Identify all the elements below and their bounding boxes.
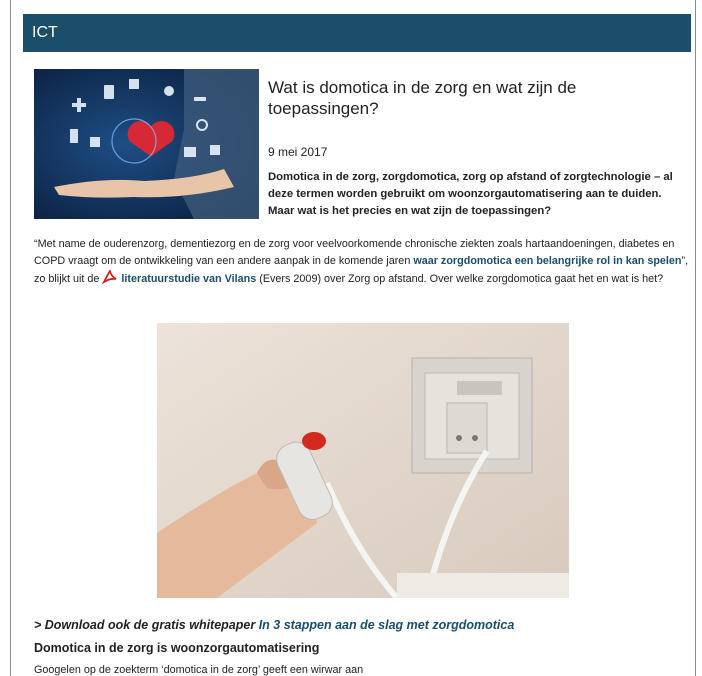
- vilans-study-link[interactable]: literatuurstudie van Vilans: [121, 273, 256, 285]
- pdf-icon: [102, 268, 118, 290]
- article-lead: Domotica in de zorg, zorgdomotica, zorg …: [268, 171, 673, 217]
- article-next-line: Googelen op de zoekterm ‘domotica in de …: [34, 664, 364, 676]
- zorgdomotica-link[interactable]: waar zorgdomotica een belangrijke rol in…: [413, 255, 681, 267]
- alarm-button-image: [157, 323, 569, 598]
- article-title[interactable]: Wat is domotica in de zorg en wat zijn d…: [268, 77, 678, 119]
- article-date: 9 mei 2017: [268, 145, 328, 159]
- download-prefix: > Download ook de gratis whitepaper: [34, 618, 259, 632]
- medical-hand-icons-image: [34, 69, 259, 219]
- whitepaper-download: > Download ook de gratis whitepaper In 3…: [34, 618, 514, 632]
- article-subheading: Domotica in de zorg is woonzorgautomatis…: [34, 641, 320, 655]
- para-text-3: (Evers 2009) over Zorg op afstand. Over …: [256, 273, 664, 285]
- article-thumbnail[interactable]: [34, 69, 259, 219]
- article-photo: [157, 323, 569, 598]
- article-paragraph: “Met name de ouderenzorg, dementiezorg e…: [34, 236, 690, 290]
- section-title: ICT: [32, 24, 58, 41]
- whitepaper-link[interactable]: In 3 stappen aan de slag met zorgdomotic…: [259, 618, 515, 632]
- section-header: ICT: [23, 14, 691, 52]
